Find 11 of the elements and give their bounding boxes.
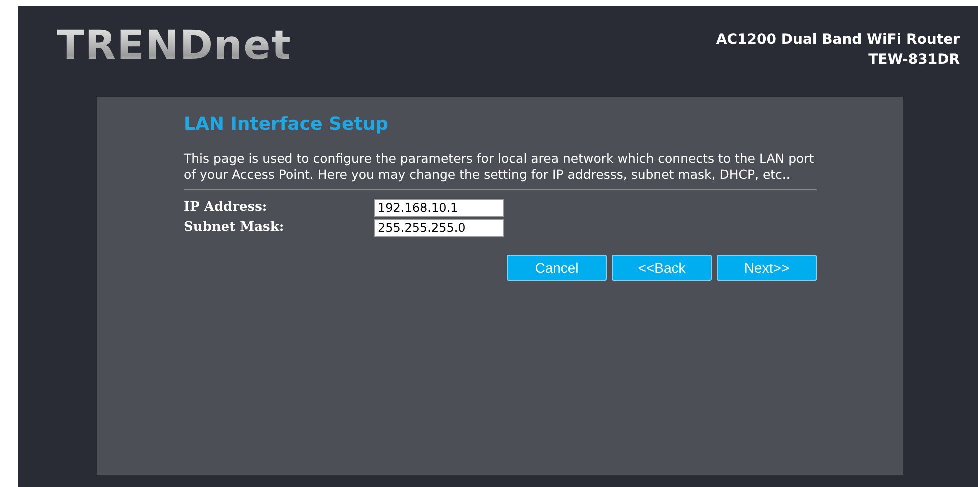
- page-description: This page is used to configure the parameters for local area network which connects to the LAN port of your Access Point. Here you may change the setting for IP addresss, subnet mask, DHCP, etc..: [184, 151, 816, 182]
- product-name: AC1200 Dual Band WiFi Router: [716, 31, 960, 50]
- model-name: TEW-831DR: [868, 51, 960, 70]
- input-field[interactable]: 255.255.255.0: [374, 218, 504, 236]
- page-title: LAN Interface Setup: [184, 113, 390, 137]
- nav-button[interactable]: <<Back: [612, 255, 712, 281]
- nav-button[interactable]: Next>>: [717, 255, 817, 281]
- field-label: Subnet Mask:: [184, 220, 286, 235]
- field-label: IP Address:: [184, 200, 268, 215]
- input-field[interactable]: 192.168.10.1: [374, 198, 504, 216]
- nav-button[interactable]: Cancel: [507, 255, 607, 281]
